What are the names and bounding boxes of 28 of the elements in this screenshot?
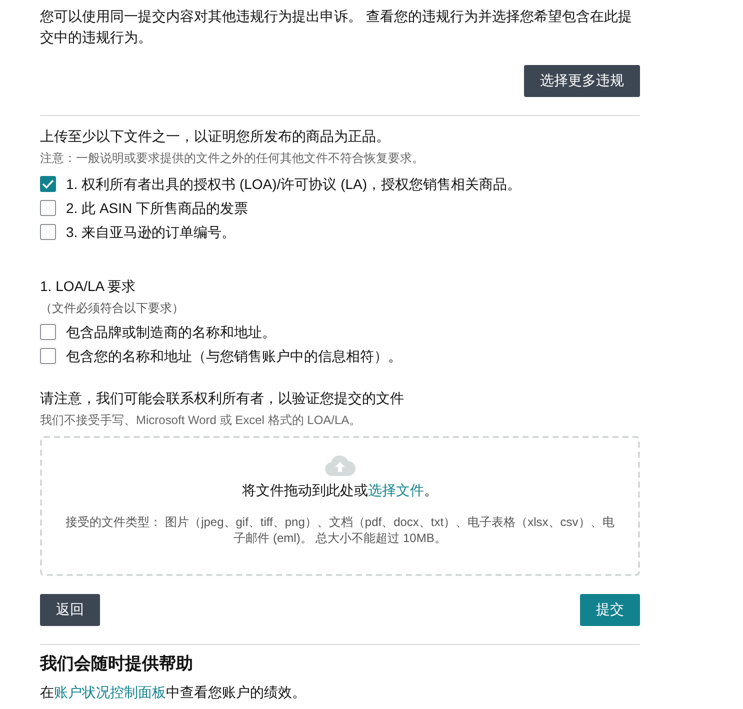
checkbox[interactable] bbox=[40, 176, 56, 192]
back-button[interactable]: 返回 bbox=[40, 594, 100, 626]
dashboard-link[interactable]: 账户状况控制面板 bbox=[54, 684, 166, 700]
upload-note: 注意：一般说明或要求提供的文件之外的任何其他文件不符合恢复要求。 bbox=[40, 150, 425, 166]
checkbox[interactable] bbox=[40, 348, 56, 364]
help-text: 在账户状况控制面板中查看您账户的绩效。 bbox=[40, 683, 307, 701]
checkbox-label: 2. 此 ASIN 下所售商品的发票 bbox=[66, 199, 248, 218]
checkbox-label: 包含品牌或制造商的名称和地址。 bbox=[66, 323, 276, 342]
accepted-file-types: 接受的文件类型： 图片（jpeg、gif、tiff、png）、文档（pdf、docx、txt）、电子表格（xlsx、csv）、电子邮件 (eml)。 总大小不能超过 10MB。 bbox=[64, 514, 616, 546]
checkbox-label: 1. 权利所有者出具的授权书 (LOA)/许可协议 (LA)，授权您销售相关商品。 bbox=[66, 175, 522, 194]
checkbox[interactable] bbox=[40, 324, 56, 340]
help-heading: 我们会随时提供帮助 bbox=[40, 653, 194, 675]
checkbox[interactable] bbox=[40, 224, 56, 240]
submit-button[interactable]: 提交 bbox=[580, 594, 640, 626]
format-note: 我们不接受手写、Microsoft Word 或 Excel 格式的 LOA/LA。 bbox=[40, 412, 362, 428]
intro-text: 您可以使用同一提交内容对其他违规行为提出申诉。 查看您的违规行为并选择您希望包含在此提交中的违规行为。 bbox=[40, 7, 633, 47]
file-dropzone[interactable]: 将文件拖动到此处或选择文件。 接受的文件类型： 图片（jpeg、gif、tiff、png）、文档（pdf、docx、txt）、电子表格（xlsx、csv）、电子邮件 (eml)。 总大小不能超过 10MB。 bbox=[40, 436, 640, 576]
checkbox-label: 3. 来自亚马逊的订单编号。 bbox=[66, 223, 236, 242]
choose-file-link[interactable]: 选择文件 bbox=[368, 482, 424, 498]
upload-heading: 上传至少以下文件之一，以证明您所发布的商品为正品。 bbox=[40, 127, 391, 146]
verify-note: 请注意，我们可能会联系权利所有者，以验证您提交的文件 bbox=[40, 389, 405, 408]
dropzone-instruction: 将文件拖动到此处或选择文件。 bbox=[242, 481, 438, 500]
checkbox-label: 包含您的名称和地址（与您销售账户中的信息相符）。 bbox=[66, 347, 402, 366]
upload-cloud-icon bbox=[324, 454, 356, 476]
requirements-title: 1. LOA/LA 要求 bbox=[40, 277, 137, 296]
select-more-button[interactable]: 选择更多违规 bbox=[524, 65, 640, 97]
checkbox[interactable] bbox=[40, 200, 56, 216]
requirements-subtitle: （文件必须符合以下要求） bbox=[40, 300, 185, 316]
